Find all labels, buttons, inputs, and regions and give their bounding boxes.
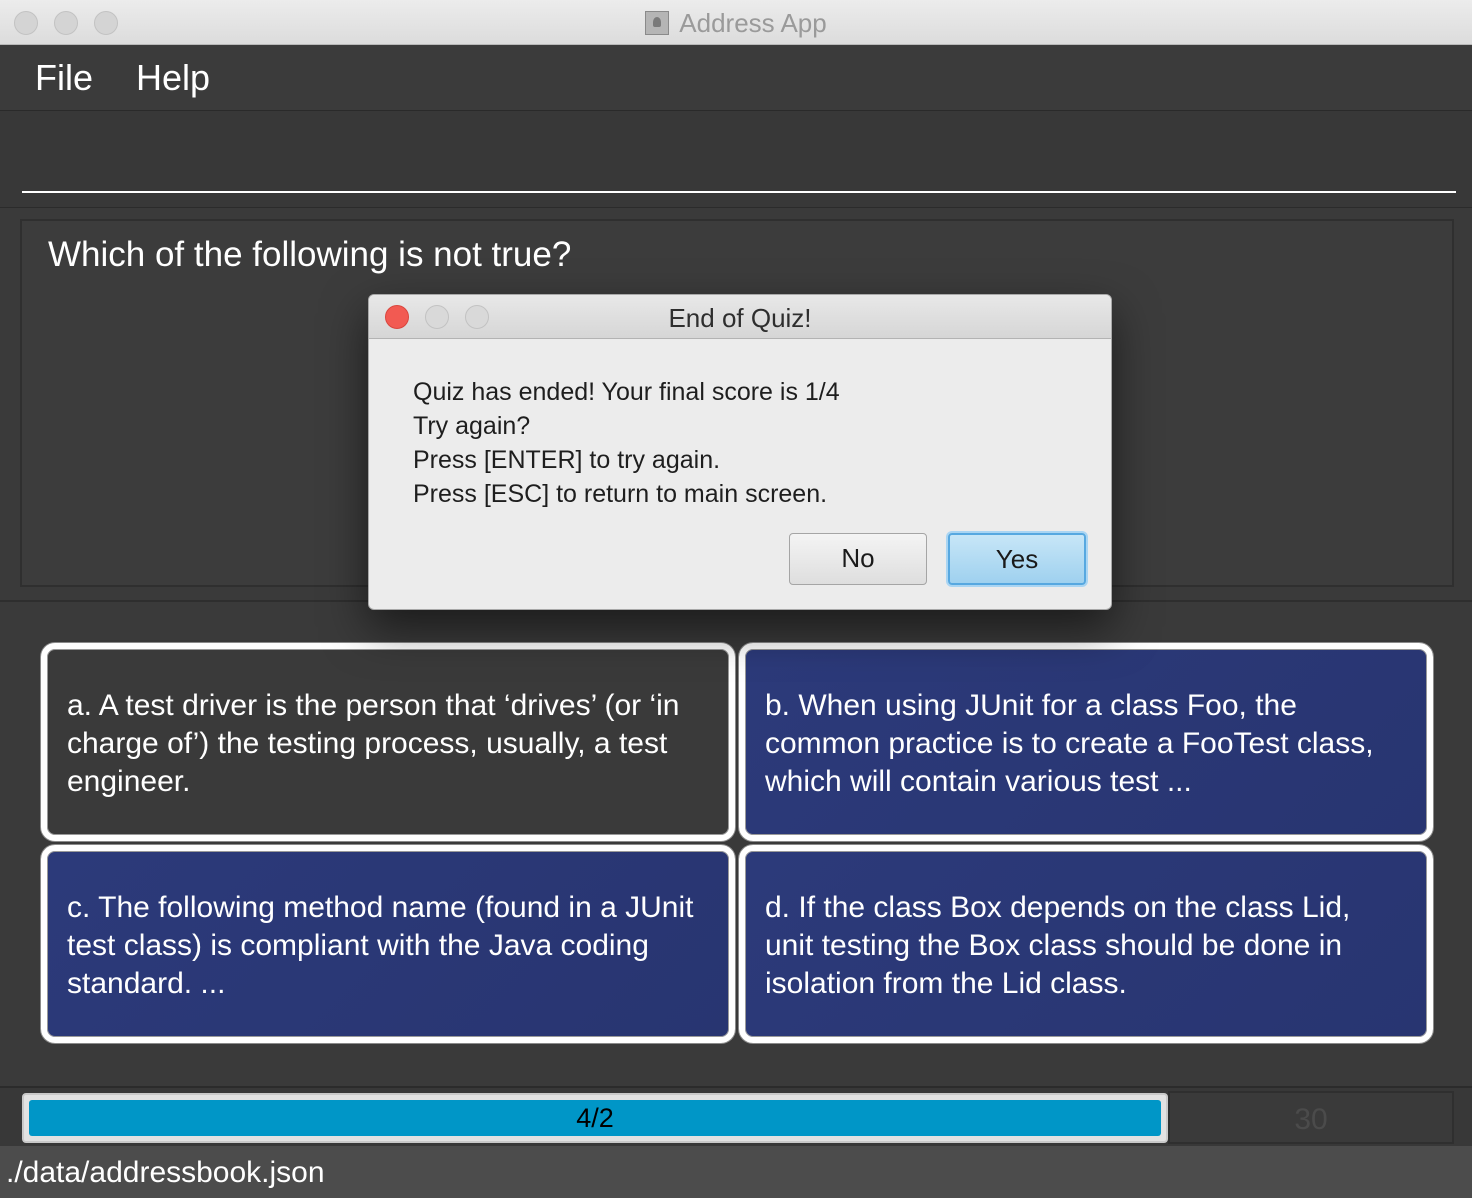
dialog-message: Quiz has ended! Your final score is 1/4 …: [413, 375, 840, 511]
dialog-line-esc: Press [ESC] to return to main screen.: [413, 480, 828, 508]
progress-bar: 4/2: [22, 1093, 1168, 1143]
data-file-path: ./data/addressbook.json: [6, 1156, 325, 1189]
status-bar: ./data/addressbook.json: [0, 1146, 1472, 1198]
window-title-text: Address App: [679, 8, 827, 38]
option-c[interactable]: c. The following method name (found in a…: [41, 845, 735, 1043]
end-of-quiz-dialog: End of Quiz! Quiz has ended! Your final …: [368, 294, 1112, 610]
menu-bar: File Help: [0, 45, 1472, 111]
menu-help[interactable]: Help: [136, 57, 210, 99]
progress-label: 4/2: [576, 1103, 614, 1133]
no-button[interactable]: No: [789, 533, 927, 585]
dialog-title: End of Quiz!: [668, 303, 812, 333]
option-a[interactable]: a. A test driver is the person that ‘dri…: [41, 643, 735, 841]
dialog-line-enter: Press [ENTER] to try again.: [413, 446, 721, 474]
option-a-text: a. A test driver is the person that ‘dri…: [67, 689, 680, 798]
question-text: Which of the following is not true?: [48, 235, 572, 274]
command-input[interactable]: [22, 111, 1456, 193]
progress-area: 4/2 30: [0, 1086, 1472, 1146]
yes-button[interactable]: Yes: [948, 533, 1086, 585]
dialog-titlebar: End of Quiz!: [369, 295, 1111, 339]
option-b-text: b. When using JUnit for a class Foo, the…: [765, 689, 1374, 798]
dialog-line-score: Quiz has ended! Your final score is 1/4: [413, 378, 840, 406]
option-c-text: c. The following method name (found in a…: [67, 891, 694, 1000]
option-d[interactable]: d. If the class Box depends on the class…: [739, 845, 1433, 1043]
option-d-text: d. If the class Box depends on the class…: [765, 891, 1351, 1000]
option-b[interactable]: b. When using JUnit for a class Foo, the…: [739, 643, 1433, 841]
address-book-icon: [645, 11, 670, 35]
window-titlebar: Address App: [0, 0, 1472, 45]
timer-value: 30: [1294, 1103, 1328, 1136]
command-area: [0, 111, 1472, 208]
window-title: Address App: [0, 8, 1472, 39]
timer-box: 30: [1168, 1091, 1454, 1144]
menu-file[interactable]: File: [35, 57, 93, 99]
dialog-line-try-again: Try again?: [413, 412, 531, 440]
